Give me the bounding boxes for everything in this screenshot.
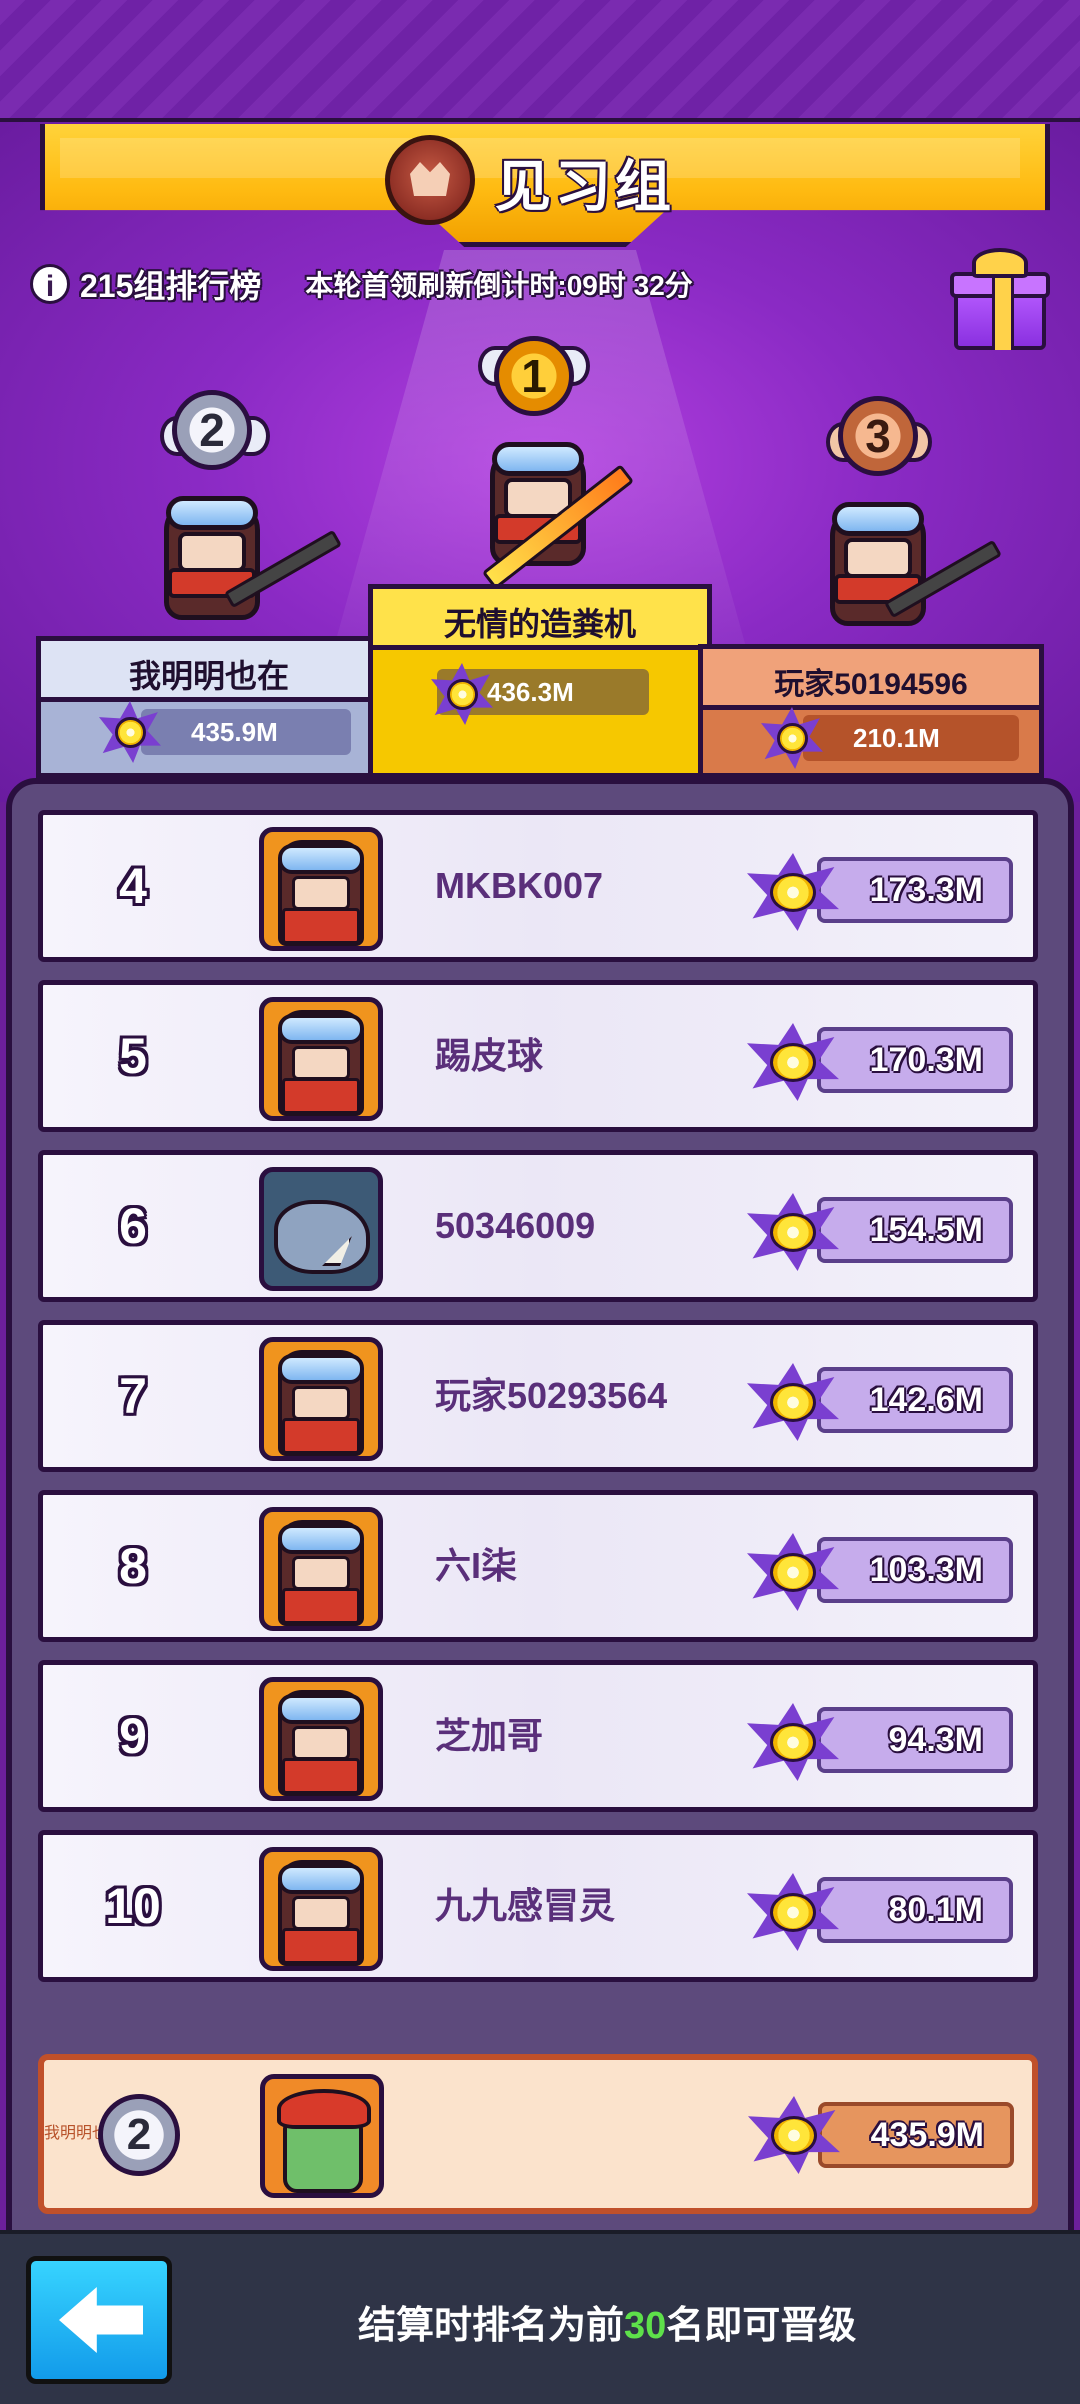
back-button[interactable] xyxy=(26,2256,172,2384)
star-gem-icon xyxy=(747,1023,839,1101)
star-gem-icon xyxy=(747,1703,839,1781)
top-pattern xyxy=(0,0,1080,130)
crown-icon xyxy=(385,135,475,225)
promotion-hint: 结算时排名为前30名即可晋级 xyxy=(358,2294,856,2349)
podium-2[interactable]: 我明明也在 435.9M xyxy=(36,636,382,778)
ranking-row[interactable]: 8 六I柒 103.3M xyxy=(38,1490,1038,1642)
hint-text-after: 名即可晋级 xyxy=(666,2305,857,2347)
row-player-name: 九九感冒灵 xyxy=(435,1885,616,1926)
podium-3-score: 210.1M xyxy=(803,715,1019,761)
page-title: 见习组 xyxy=(495,155,675,218)
row-score: 142.6M xyxy=(817,1367,1013,1433)
star-gem-icon xyxy=(747,853,839,931)
row-score: 154.5M xyxy=(817,1197,1013,1263)
my-ranking-row[interactable]: 2 我明明也在 435.9M xyxy=(38,2054,1038,2214)
star-gem-icon xyxy=(431,663,493,725)
row-player-name: 玩家50293564 xyxy=(435,1375,668,1416)
row-score: 170.3M xyxy=(817,1027,1013,1093)
podium-2-score: 435.9M xyxy=(141,709,351,755)
ninja-avatar[interactable] xyxy=(259,827,383,951)
row-rank: 6 xyxy=(119,1198,147,1254)
row-rank: 9 xyxy=(119,1708,147,1764)
row-player-name: 50346009 xyxy=(435,1205,596,1246)
star-gem-icon xyxy=(99,701,161,763)
row-player-name: MKBK007 xyxy=(435,865,604,906)
row-rank: 10 xyxy=(105,1878,161,1934)
ranking-row[interactable]: 5 踢皮球 170.3M xyxy=(38,980,1038,1132)
ninja-avatar[interactable] xyxy=(259,1677,383,1801)
row-score: 94.3M xyxy=(817,1707,1013,1773)
row-rank: 8 xyxy=(119,1538,147,1594)
row-rank: 5 xyxy=(119,1028,147,1084)
row-player-name: 六I柒 xyxy=(435,1545,518,1586)
row-player-name: 芝加哥 xyxy=(435,1715,544,1756)
ranking-row[interactable]: 4 MKBK007 173.3M xyxy=(38,810,1038,962)
podium-1[interactable]: 无情的造粪机 436.3M xyxy=(368,584,712,778)
hero-2-character xyxy=(152,480,272,630)
hint-text-before: 结算时排名为前 xyxy=(358,2305,625,2347)
star-gem-icon xyxy=(748,2096,840,2174)
ranking-row[interactable]: 6 50346009 154.5M xyxy=(38,1150,1038,1302)
row-score: 80.1M xyxy=(817,1877,1013,1943)
podium-3-name: 玩家50194596 xyxy=(774,668,968,701)
star-gem-icon xyxy=(747,1533,839,1611)
info-icon[interactable]: i xyxy=(30,264,70,304)
rank-2-medal: 2 xyxy=(172,390,252,470)
ninja-avatar[interactable] xyxy=(259,1507,383,1631)
star-gem-icon xyxy=(747,1873,839,1951)
info-row: i 215组排行榜 本轮首领刷新倒计时:09时 32分 xyxy=(30,262,693,306)
star-gem-icon xyxy=(747,1193,839,1271)
star-gem-icon xyxy=(761,707,823,769)
rhino-avatar[interactable] xyxy=(259,1167,383,1291)
row-player-name: 踢皮球 xyxy=(435,1035,544,1076)
back-arrow-icon xyxy=(59,2287,143,2353)
podium-3[interactable]: 玩家50194596 210.1M xyxy=(698,644,1044,778)
ninja-avatar[interactable] xyxy=(259,1847,383,1971)
row-rank: 7 xyxy=(119,1368,147,1424)
ranking-row[interactable]: 10 九九感冒灵 80.1M xyxy=(38,1830,1038,1982)
row-score: 103.3M xyxy=(817,1537,1013,1603)
my-rank-medal: 2 xyxy=(98,2094,180,2176)
my-score: 435.9M xyxy=(818,2102,1014,2168)
hint-highlight: 30 xyxy=(624,2305,667,2347)
ranking-row[interactable]: 9 芝加哥 94.3M xyxy=(38,1660,1038,1812)
zombie-avatar[interactable] xyxy=(260,2074,384,2198)
group-rank-label: 215组排行榜 xyxy=(80,268,262,304)
star-gem-icon xyxy=(747,1363,839,1441)
rank-3-medal: 3 xyxy=(838,396,918,476)
podium-2-name: 我明明也在 xyxy=(128,658,289,694)
hero-3-character xyxy=(818,486,938,636)
ranking-row[interactable]: 7 玩家50293564 142.6M xyxy=(38,1320,1038,1472)
countdown-label: 本轮首领刷新倒计时:09时 32分 xyxy=(305,270,693,301)
row-score: 173.3M xyxy=(817,857,1013,923)
rank-1-medal: 1 xyxy=(494,336,574,416)
gift-icon[interactable] xyxy=(950,248,1050,353)
ninja-avatar[interactable] xyxy=(259,1337,383,1461)
row-rank: 4 xyxy=(119,858,147,914)
podium-1-name: 无情的造粪机 xyxy=(443,606,636,642)
ninja-avatar[interactable] xyxy=(259,997,383,1121)
